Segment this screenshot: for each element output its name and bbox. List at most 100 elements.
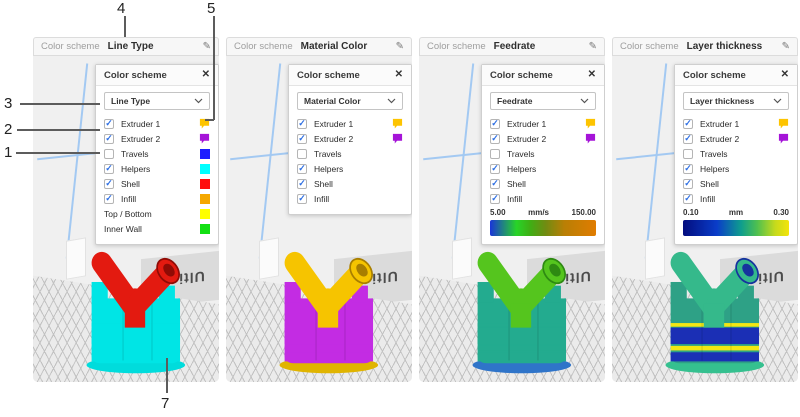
color-scheme-bar-value: Feedrate <box>494 41 536 52</box>
material-swatch-icon <box>392 118 403 129</box>
checkbox-helpers[interactable]: ✓ <box>490 164 500 174</box>
close-icon[interactable]: ✕ <box>202 70 210 80</box>
legend-gradient-bar <box>683 220 789 236</box>
popup-body: Material Color ✓ Extruder 1 ✓ Extruder 2 <box>289 86 411 214</box>
popup-header: Color scheme ✕ <box>289 65 411 86</box>
color-scheme-bar: Color scheme Material Color ✎ <box>226 37 412 56</box>
scheme-dropdown-value: Material Color <box>304 96 361 106</box>
row-extruder-1: ✓ Extruder 1 <box>490 116 596 131</box>
color-scheme-bar-value: Material Color <box>301 41 368 52</box>
scheme-dropdown[interactable]: Layer thickness <box>683 92 789 110</box>
viewport-3d[interactable]: Ultima <box>419 56 605 382</box>
row-label: Top / Bottom <box>104 209 152 219</box>
legend-min: 0.10 <box>683 208 699 217</box>
row-shell: ✓ Shell <box>104 176 210 191</box>
callout-7: 7 <box>161 395 169 412</box>
callout-4-line <box>124 16 126 37</box>
callout-5-line <box>213 16 215 120</box>
checkbox-extruder-2[interactable]: ✓ <box>104 134 114 144</box>
popup-body: Line Type ✓ Extruder 1 ✓ Extruder 2 <box>96 86 218 244</box>
checkbox-extruder-2[interactable]: ✓ <box>297 134 307 144</box>
row-infill: ✓ Infill <box>297 191 403 206</box>
material-swatch-icon <box>392 133 403 144</box>
edit-pencil-icon[interactable]: ✎ <box>396 42 404 52</box>
checkbox-travels[interactable] <box>683 149 693 159</box>
legend-unit: mm/s <box>506 208 572 217</box>
legend-max: 0.30 <box>773 208 789 217</box>
checkbox-shell[interactable]: ✓ <box>490 179 500 189</box>
checkbox-helpers[interactable]: ✓ <box>683 164 693 174</box>
color-scheme-bar-label: Color scheme <box>41 41 100 52</box>
close-icon[interactable]: ✕ <box>781 70 789 80</box>
row-label: Helpers <box>700 164 729 174</box>
row-helpers: ✓ Helpers <box>104 161 210 176</box>
checkbox-infill[interactable]: ✓ <box>297 194 307 204</box>
row-label: Travels <box>314 149 342 159</box>
viewport-3d[interactable]: Ultima <box>226 56 412 382</box>
row-travels: Travels <box>297 146 403 161</box>
checkbox-extruder-1[interactable]: ✓ <box>490 119 500 129</box>
checkbox-extruder-1[interactable]: ✓ <box>297 119 307 129</box>
legend-labels: 5.00 mm/s 150.00 <box>490 208 596 217</box>
checkbox-extruder-1[interactable]: ✓ <box>683 119 693 129</box>
popup-title: Color scheme <box>490 70 553 81</box>
scheme-dropdown-value: Line Type <box>111 96 150 106</box>
popup-header: Color scheme ✕ <box>675 65 797 86</box>
row-helpers: ✓ Helpers <box>683 161 789 176</box>
checkbox-helpers[interactable]: ✓ <box>104 164 114 174</box>
checkbox-infill[interactable]: ✓ <box>104 194 114 204</box>
callout-5-line-hook <box>205 119 214 121</box>
scheme-dropdown[interactable]: Material Color <box>297 92 403 110</box>
callout-2: 2 <box>4 121 12 138</box>
row-label: Infill <box>700 194 715 204</box>
row-label: Extruder 2 <box>121 134 160 144</box>
row-shell: ✓ Shell <box>490 176 596 191</box>
color-swatch <box>200 179 210 189</box>
row-extruder-2: ✓ Extruder 2 <box>104 131 210 146</box>
row-extruder-1: ✓ Extruder 1 <box>104 116 210 131</box>
close-icon[interactable]: ✕ <box>395 70 403 80</box>
row-label: Shell <box>121 179 140 189</box>
scheme-dropdown-value: Layer thickness <box>690 96 754 106</box>
checkbox-helpers[interactable]: ✓ <box>297 164 307 174</box>
edit-pencil-icon[interactable]: ✎ <box>782 42 790 52</box>
checkbox-shell[interactable]: ✓ <box>683 179 693 189</box>
checkbox-travels[interactable] <box>490 149 500 159</box>
checkbox-infill[interactable]: ✓ <box>490 194 500 204</box>
panel-feedrate: Color scheme Feedrate ✎ Ultima <box>419 37 605 382</box>
checkbox-travels[interactable] <box>104 149 114 159</box>
close-icon[interactable]: ✕ <box>588 70 596 80</box>
viewport-3d[interactable]: Ultima <box>612 56 798 382</box>
scheme-dropdown[interactable]: Line Type <box>104 92 210 110</box>
checkbox-travels[interactable] <box>297 149 307 159</box>
callout-7-line <box>166 358 168 393</box>
checkbox-extruder-2[interactable]: ✓ <box>683 134 693 144</box>
color-swatch <box>200 149 210 159</box>
row-infill: ✓ Infill <box>104 191 210 206</box>
scheme-dropdown[interactable]: Feedrate <box>490 92 596 110</box>
checkbox-shell[interactable]: ✓ <box>297 179 307 189</box>
viewport-3d[interactable]: Ultima <box>33 56 219 382</box>
row-helpers: ✓ Helpers <box>490 161 596 176</box>
checkbox-extruder-1[interactable]: ✓ <box>104 119 114 129</box>
row-label: Shell <box>700 179 719 189</box>
row-inner-wall: Inner Wall <box>104 221 210 236</box>
row-label: Travels <box>507 149 535 159</box>
color-scheme-popup: Color scheme ✕ Feedrate ✓ Extruder 1 ✓ <box>481 64 605 245</box>
panel-line-type: Color scheme Line Type ✎ Ultima <box>33 37 219 382</box>
callout-1: 1 <box>4 144 12 161</box>
row-label: Extruder 1 <box>314 119 353 129</box>
checkbox-infill[interactable]: ✓ <box>683 194 693 204</box>
popup-title: Color scheme <box>683 70 746 81</box>
color-scheme-bar-value: Layer thickness <box>687 41 763 52</box>
panel-material-color: Color scheme Material Color ✎ Ultima <box>226 37 412 382</box>
popup-header: Color scheme ✕ <box>482 65 604 86</box>
checkbox-extruder-2[interactable]: ✓ <box>490 134 500 144</box>
edit-pencil-icon[interactable]: ✎ <box>203 42 211 52</box>
color-scheme-popup: Color scheme ✕ Layer thickness ✓ Extrude… <box>674 64 798 245</box>
callout-5: 5 <box>207 0 215 17</box>
row-extruder-2: ✓ Extruder 2 <box>297 131 403 146</box>
legend-labels: 0.10 mm 0.30 <box>683 208 789 217</box>
checkbox-shell[interactable]: ✓ <box>104 179 114 189</box>
edit-pencil-icon[interactable]: ✎ <box>589 42 597 52</box>
